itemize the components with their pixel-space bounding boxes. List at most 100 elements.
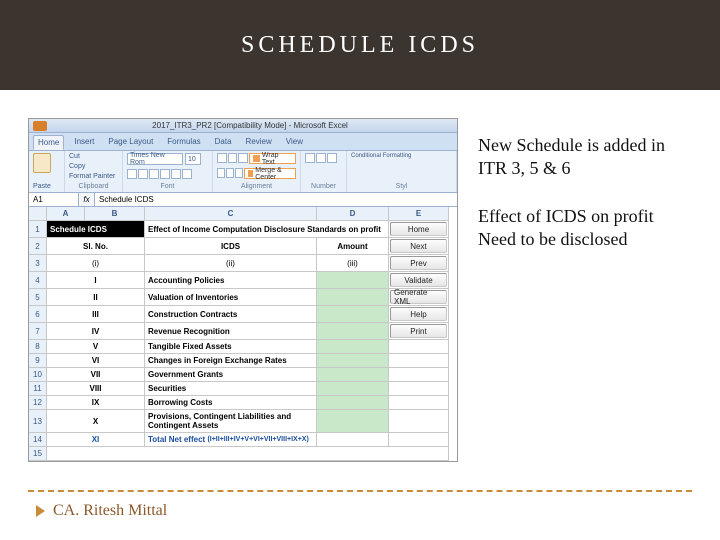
cell-btn-home[interactable]: Home [389,221,449,238]
cell-r4-n[interactable]: V [47,340,145,354]
bold-icon[interactable] [127,169,137,179]
cell-sub-ii[interactable]: (ii) [145,255,317,272]
row-13[interactable]: 13 [29,410,47,433]
col-D[interactable]: D [317,207,389,221]
cell-r5-amt[interactable] [317,354,389,368]
cell-r8-n[interactable]: IX [47,396,145,410]
cell-r2-amt[interactable] [317,306,389,323]
office-button-icon[interactable] [33,121,47,131]
row-4[interactable]: 4 [29,272,47,289]
cell-total-n[interactable]: XI [47,433,145,447]
row-2[interactable]: 2 [29,238,47,255]
cell-total-text[interactable]: Total Net effect (I+II+III+IV+V+VI+VII+V… [145,433,317,447]
cell-r7-n[interactable]: VIII [47,382,145,396]
cell-sub-i[interactable]: (i) [47,255,145,272]
cell-r5-n[interactable]: VI [47,354,145,368]
cell-empty-13e[interactable] [389,410,449,433]
cell-schedule-icds[interactable]: Schedule ICDS [47,221,145,238]
cell-sl-no[interactable]: Sl. No. [47,238,145,255]
cell-header-desc[interactable]: Effect of Income Computation Disclosure … [145,221,389,238]
cell-r9-n[interactable]: X [47,410,145,433]
cell-empty-11e[interactable] [389,382,449,396]
copy-button[interactable]: Copy [69,163,118,170]
cell-r6-n[interactable]: VII [47,368,145,382]
cut-button[interactable]: Cut [69,153,118,160]
cell-icds[interactable]: ICDS [145,238,317,255]
tab-insert[interactable]: Insert [70,135,98,150]
row-3[interactable]: 3 [29,255,47,272]
next-button[interactable]: Next [390,239,447,253]
row-6[interactable]: 6 [29,306,47,323]
validate-button[interactable]: Validate [390,273,447,287]
row-7[interactable]: 7 [29,323,47,340]
select-all-corner[interactable] [29,207,47,221]
generate-xml-button[interactable]: Generate XML [390,290,447,304]
row-1[interactable]: 1 [29,221,47,238]
cell-r1-text[interactable]: Valuation of Inventories [145,289,317,306]
cell-empty-9e[interactable] [389,354,449,368]
cell-r8-text[interactable]: Borrowing Costs [145,396,317,410]
tab-formulas[interactable]: Formulas [163,135,204,150]
cell-empty-10e[interactable] [389,368,449,382]
row-8[interactable]: 8 [29,340,47,354]
col-B[interactable]: B [85,207,145,221]
row-11[interactable]: 11 [29,382,47,396]
cell-r0-n[interactable]: I [47,272,145,289]
paste-button[interactable]: Paste [33,183,60,190]
cell-r8-amt[interactable] [317,396,389,410]
col-E[interactable]: E [389,207,449,221]
cell-r6-amt[interactable] [317,368,389,382]
cell-r1-amt[interactable] [317,289,389,306]
cell-r0-text[interactable]: Accounting Policies [145,272,317,289]
percent-icon[interactable] [316,153,326,163]
number-format-icon[interactable] [305,153,315,163]
row-14[interactable]: 14 [29,433,47,447]
cell-btn-next[interactable]: Next [389,238,449,255]
cell-empty-12e[interactable] [389,396,449,410]
font-size-select[interactable]: 10 [185,153,201,165]
fill-color-icon[interactable] [171,169,181,179]
cell-btn-prev[interactable]: Prev [389,255,449,272]
tab-review[interactable]: Review [242,135,276,150]
help-button[interactable]: Help [390,307,447,321]
row-12[interactable]: 12 [29,396,47,410]
cell-r0-amt[interactable] [317,272,389,289]
font-name-select[interactable]: Times New Rom [127,153,183,165]
home-button[interactable]: Home [390,222,447,236]
cell-empty-15[interactable] [47,447,449,461]
cell-r2-n[interactable]: III [47,306,145,323]
cell-amount[interactable]: Amount [317,238,389,255]
tab-page-layout[interactable]: Page Layout [104,135,157,150]
cell-r4-amt[interactable] [317,340,389,354]
cell-r3-amt[interactable] [317,323,389,340]
cell-r7-amt[interactable] [317,382,389,396]
cell-empty-8e[interactable] [389,340,449,354]
conditional-formatting-button[interactable]: Conditional Formatting [351,153,452,159]
cell-btn-validate[interactable]: Validate [389,272,449,289]
align-bottom-icon[interactable] [238,153,248,163]
cell-r2-text[interactable]: Construction Contracts [145,306,317,323]
cell-r6-text[interactable]: Government Grants [145,368,317,382]
merge-center-button[interactable]: Merge & Center [244,168,296,179]
cell-r4-text[interactable]: Tangible Fixed Assets [145,340,317,354]
cell-btn-genxml[interactable]: Generate XML [389,289,449,306]
cell-empty-14e[interactable] [389,433,449,447]
align-left-icon[interactable] [217,168,225,178]
cell-r9-amt[interactable] [317,410,389,433]
prev-button[interactable]: Prev [390,256,447,270]
row-9[interactable]: 9 [29,354,47,368]
col-C[interactable]: C [145,207,317,221]
cell-btn-help[interactable]: Help [389,306,449,323]
row-10[interactable]: 10 [29,368,47,382]
cell-btn-print[interactable]: Print [389,323,449,340]
align-right-icon[interactable] [235,168,243,178]
cell-r7-text[interactable]: Securities [145,382,317,396]
tab-data[interactable]: Data [211,135,236,150]
cell-total-amt[interactable] [317,433,389,447]
formula-input[interactable]: Schedule ICDS [95,193,457,206]
font-color-icon[interactable] [182,169,192,179]
italic-icon[interactable] [138,169,148,179]
border-icon[interactable] [160,169,170,179]
format-painter-button[interactable]: Format Painter [69,173,118,180]
col-A[interactable]: A [47,207,85,221]
